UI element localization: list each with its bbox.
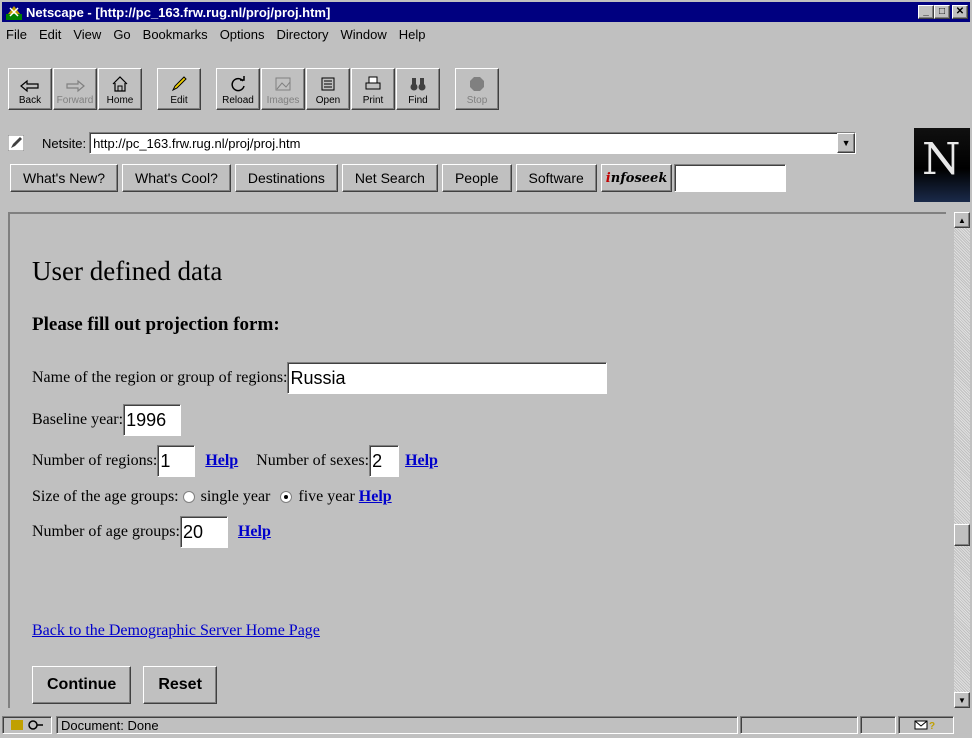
navigation-toolbar: Back Forward Home Edit Reload Images Ope…: [8, 68, 668, 110]
reload-icon: [231, 76, 245, 92]
bookmark-pencil-icon[interactable]: [8, 135, 24, 151]
five-year-radio[interactable]: [280, 491, 293, 503]
sexes-label: Number of sexes:: [256, 452, 370, 469]
age-groups-label: Number of age groups:: [32, 523, 180, 540]
status-progress: [740, 716, 858, 734]
find-button[interactable]: Find: [396, 68, 440, 110]
title-bar: Netscape - [http://pc_163.frw.rug.nl/pro…: [2, 2, 970, 22]
menu-file[interactable]: File: [2, 27, 35, 42]
age-size-help-link[interactable]: Help: [359, 488, 392, 506]
back-to-home-link[interactable]: Back to the Demographic Server Home Page: [32, 622, 320, 640]
home-button[interactable]: Home: [98, 68, 142, 110]
scroll-up-button[interactable]: ▲: [954, 212, 970, 228]
age-size-label: Size of the age groups:: [32, 488, 179, 505]
vertical-scrollbar[interactable]: ▲ ▼: [954, 212, 970, 708]
software-button[interactable]: Software: [515, 164, 597, 192]
number-of-regions-input[interactable]: 1: [157, 445, 196, 477]
status-bar: Document: Done ?: [2, 714, 970, 736]
form-buttons-row: Continue Reset: [32, 666, 217, 704]
mail-icon[interactable]: ?: [898, 716, 954, 734]
edit-button[interactable]: Edit: [157, 68, 201, 110]
whats-new-button[interactable]: What's New?: [10, 164, 119, 192]
printer-icon: [365, 76, 381, 90]
netscape-app-icon[interactable]: [6, 4, 22, 20]
window-title: Netscape - [http://pc_163.frw.rug.nl/pro…: [26, 4, 331, 20]
security-key-icon[interactable]: [2, 716, 52, 734]
pencil-icon: [171, 76, 187, 92]
location-label: Netsite:: [42, 135, 87, 151]
region-name-input[interactable]: Russia: [287, 362, 608, 394]
binoculars-icon: [410, 78, 426, 91]
location-bar: Netsite: http://pc_163.frw.rug.nl/proj/p…: [2, 130, 908, 156]
menu-view[interactable]: View: [69, 27, 109, 42]
status-security: [860, 716, 896, 734]
stop-button[interactable]: Stop: [455, 68, 499, 110]
back-arrow-icon: [20, 79, 39, 93]
stop-icon: [470, 77, 484, 91]
maximize-button[interactable]: □: [934, 5, 950, 19]
svg-text:?: ?: [929, 721, 935, 731]
five-year-label: five year: [298, 488, 355, 505]
images-icon: [275, 77, 291, 91]
url-text: http://pc_163.frw.rug.nl/proj/proj.htm: [93, 135, 301, 151]
forward-arrow-icon: [66, 79, 85, 93]
number-of-sexes-input[interactable]: 2: [369, 445, 400, 477]
menu-directory[interactable]: Directory: [273, 27, 337, 42]
reload-button[interactable]: Reload: [216, 68, 260, 110]
baseline-year-input[interactable]: 1996: [123, 404, 182, 436]
menu-edit[interactable]: Edit: [35, 27, 69, 42]
directory-toolbar: What's New? What's Cool? Destinations Ne…: [10, 164, 787, 192]
menu-options[interactable]: Options: [216, 27, 273, 42]
form-subheading: Please fill out projection form:: [32, 314, 280, 335]
scroll-thumb[interactable]: [954, 524, 970, 546]
sexes-help-link[interactable]: Help: [405, 452, 438, 470]
region-label: Name of the region or group of regions:: [32, 369, 288, 386]
regions-help-link[interactable]: Help: [205, 452, 238, 470]
menu-bar: File Edit View Go Bookmarks Options Dire…: [2, 24, 970, 44]
infoseek-search-input[interactable]: [674, 164, 787, 192]
region-row: Name of the region or group of regions: …: [32, 362, 608, 394]
open-button[interactable]: Open: [306, 68, 350, 110]
reset-button[interactable]: Reset: [143, 666, 217, 704]
regions-label: Number of regions:: [32, 452, 158, 469]
home-icon: [112, 76, 128, 92]
age-size-row: Size of the age groups: single year five…: [32, 488, 392, 506]
page-content: User defined data Please fill out projec…: [8, 212, 946, 708]
menu-bookmarks[interactable]: Bookmarks: [139, 27, 216, 42]
menu-help[interactable]: Help: [395, 27, 434, 42]
age-groups-row: Number of age groups: 20 Help: [32, 516, 271, 548]
url-dropdown-button[interactable]: ▼: [837, 133, 856, 153]
menu-go[interactable]: Go: [109, 27, 138, 42]
close-button[interactable]: ✕: [952, 5, 968, 19]
regions-sexes-row: Number of regions: 1 Help Number of sexe…: [32, 445, 438, 477]
minimize-button[interactable]: _: [918, 5, 934, 19]
print-button[interactable]: Print: [351, 68, 395, 110]
status-message: Document: Done: [56, 716, 738, 734]
infoseek-text: nfoseek: [610, 170, 668, 186]
open-icon: [321, 77, 335, 91]
page-heading: User defined data: [32, 256, 223, 286]
continue-button[interactable]: Continue: [32, 666, 132, 704]
single-year-label: single year: [200, 488, 271, 505]
net-search-button[interactable]: Net Search: [341, 164, 438, 192]
age-groups-help-link[interactable]: Help: [238, 523, 271, 541]
number-of-age-groups-input[interactable]: 20: [179, 516, 228, 548]
single-year-radio[interactable]: [182, 491, 195, 503]
baseline-row: Baseline year: 1996: [32, 404, 182, 436]
scroll-down-button[interactable]: ▼: [954, 692, 970, 708]
url-input[interactable]: http://pc_163.frw.rug.nl/proj/proj.htm ▼: [89, 132, 857, 154]
back-button[interactable]: Back: [8, 68, 52, 110]
people-button[interactable]: People: [441, 164, 512, 192]
logo-letter: N: [922, 134, 961, 185]
baseline-label: Baseline year:: [32, 411, 124, 428]
destinations-button[interactable]: Destinations: [234, 164, 338, 192]
images-button[interactable]: Images: [261, 68, 305, 110]
menu-window[interactable]: Window: [337, 27, 395, 42]
forward-button[interactable]: Forward: [53, 68, 97, 110]
infoseek-button[interactable]: i nfoseek: [600, 164, 673, 192]
whats-cool-button[interactable]: What's Cool?: [122, 164, 231, 192]
netscape-logo[interactable]: N: [914, 128, 970, 202]
